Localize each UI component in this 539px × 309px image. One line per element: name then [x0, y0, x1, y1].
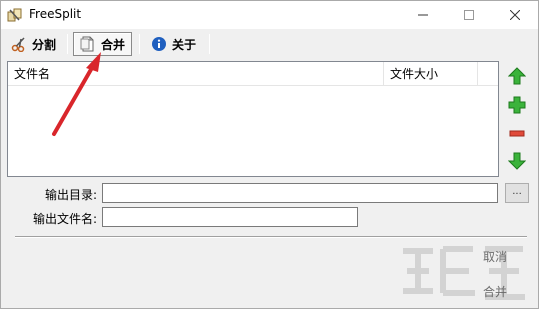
close-icon [510, 10, 520, 20]
title-bar[interactable]: FreeSplit [1, 1, 538, 29]
minimize-icon [418, 14, 428, 16]
file-list[interactable]: 文件名 文件大小 [7, 61, 499, 177]
divider [15, 236, 527, 238]
tab-split-label: 分割 [32, 37, 57, 52]
file-list-header: 文件名 文件大小 [8, 62, 498, 86]
arrow-down-icon [508, 152, 526, 170]
tab-separator [139, 34, 140, 54]
browse-button[interactable]: ... [505, 183, 529, 203]
tab-about-label: 关于 [172, 37, 197, 52]
move-down-button[interactable] [506, 150, 528, 172]
move-up-button[interactable] [506, 65, 528, 87]
maximize-button[interactable] [446, 1, 492, 29]
maximize-icon [464, 10, 474, 20]
watermark-logo [403, 246, 525, 300]
tab-separator [67, 34, 68, 54]
output-dir-field[interactable] [102, 183, 498, 203]
app-logo-icon [7, 8, 22, 22]
close-button[interactable] [492, 1, 538, 29]
document-icon [80, 36, 94, 52]
window-title: FreeSplit [29, 7, 82, 21]
column-header-filename[interactable]: 文件名 [8, 62, 384, 86]
minus-icon [509, 130, 525, 137]
arrow-up-icon [508, 67, 526, 85]
add-file-button[interactable] [506, 94, 528, 116]
freesplit-window: FreeSplit 分割 合并 关于 文件名 文件大小 输出目录: ... 输出… [0, 0, 539, 309]
tab-split[interactable]: 分割 [5, 32, 62, 56]
tab-merge-label: 合并 [101, 37, 126, 52]
output-name-label: 输出文件名: [32, 212, 97, 226]
info-icon [152, 37, 166, 51]
tab-about[interactable]: 关于 [145, 32, 202, 56]
minimize-button[interactable] [400, 1, 446, 29]
column-header-filesize[interactable]: 文件大小 [384, 62, 478, 86]
output-dir-label: 输出目录: [44, 188, 97, 202]
output-name-field[interactable] [102, 207, 358, 227]
scissors-icon [11, 37, 25, 52]
tab-bar: 分割 合并 关于 [1, 29, 538, 59]
tab-merge[interactable]: 合并 [73, 32, 133, 56]
tab-separator [209, 34, 210, 54]
plus-icon [508, 96, 526, 114]
remove-file-button[interactable] [506, 122, 528, 144]
